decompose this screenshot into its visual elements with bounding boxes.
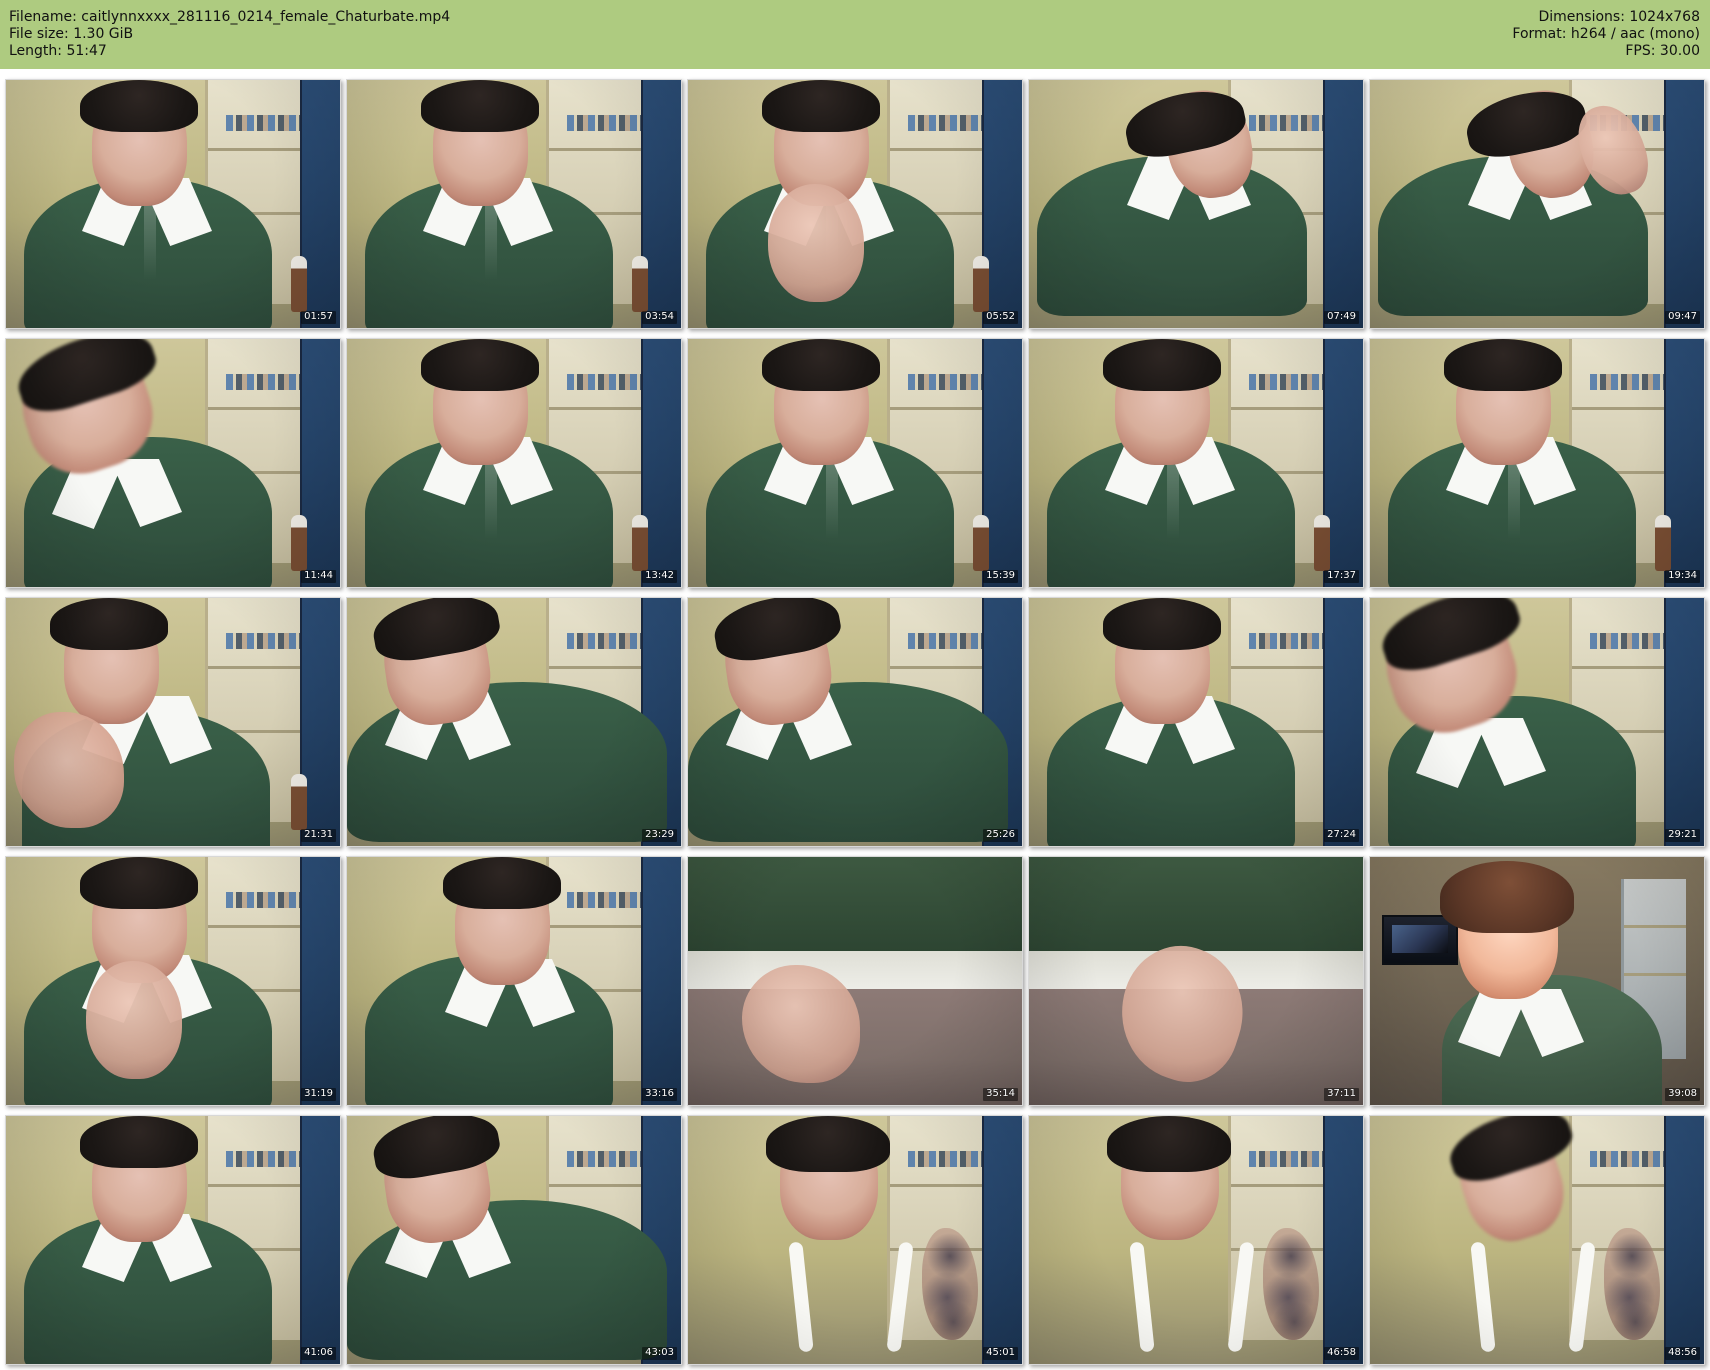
timestamp: 09:47 bbox=[1665, 311, 1700, 324]
vignette bbox=[347, 598, 681, 846]
timestamp: 19:34 bbox=[1665, 570, 1700, 583]
timestamp: 31:19 bbox=[301, 1088, 336, 1101]
timestamp: 17:37 bbox=[1324, 570, 1359, 583]
thumbnail-03: 05:52 bbox=[687, 79, 1023, 329]
thumbnail-11: 21:31 bbox=[5, 597, 341, 847]
thumbnail-24: 46:58 bbox=[1028, 1115, 1364, 1365]
timestamp: 27:24 bbox=[1324, 829, 1359, 842]
vignette bbox=[688, 1116, 1022, 1364]
timestamp: 29:21 bbox=[1665, 829, 1700, 842]
header-right-metadata: Dimensions: 1024x768 Format: h264 / aac … bbox=[1512, 9, 1700, 60]
vignette bbox=[347, 80, 681, 328]
thumbnail-10: 19:34 bbox=[1369, 338, 1705, 588]
header-left-metadata: Filename: caitlynnxxxx_281116_0214_femal… bbox=[9, 9, 450, 60]
vignette bbox=[1029, 857, 1363, 1105]
thumbnail-09: 17:37 bbox=[1028, 338, 1364, 588]
thumbnail-16: 31:19 bbox=[5, 856, 341, 1106]
thumbnail-05: 09:47 bbox=[1369, 79, 1705, 329]
timestamp: 01:57 bbox=[301, 311, 336, 324]
vignette bbox=[1370, 598, 1704, 846]
timestamp: 23:29 bbox=[642, 829, 677, 842]
length-text: Length: 51:47 bbox=[9, 43, 107, 59]
thumbnail-22: 43:03 bbox=[346, 1115, 682, 1365]
thumbnail-08: 15:39 bbox=[687, 338, 1023, 588]
vignette bbox=[688, 80, 1022, 328]
timestamp: 03:54 bbox=[642, 311, 677, 324]
metadata-header: Filename: caitlynnxxxx_281116_0214_femal… bbox=[0, 0, 1710, 69]
thumbnail-19: 37:11 bbox=[1028, 856, 1364, 1106]
vignette bbox=[688, 857, 1022, 1105]
vignette bbox=[347, 339, 681, 587]
vignette bbox=[688, 598, 1022, 846]
thumbnail-18: 35:14 bbox=[687, 856, 1023, 1106]
vignette bbox=[1029, 1116, 1363, 1364]
timestamp: 15:39 bbox=[983, 570, 1018, 583]
timestamp: 41:06 bbox=[301, 1347, 336, 1360]
file-size-text: File size: 1.30 GiB bbox=[9, 26, 134, 42]
thumbnail-01: 01:57 bbox=[5, 79, 341, 329]
timestamp: 39:08 bbox=[1665, 1088, 1700, 1101]
vignette bbox=[1029, 598, 1363, 846]
timestamp: 11:44 bbox=[301, 570, 336, 583]
vignette bbox=[6, 80, 340, 328]
timestamp: 46:58 bbox=[1324, 1347, 1359, 1360]
vignette bbox=[347, 857, 681, 1105]
vignette bbox=[688, 339, 1022, 587]
timestamp: 05:52 bbox=[983, 311, 1018, 324]
vignette bbox=[1370, 857, 1704, 1105]
thumbnail-12: 23:29 bbox=[346, 597, 682, 847]
timestamp: 33:16 bbox=[642, 1088, 677, 1101]
thumbnail-23: 45:01 bbox=[687, 1115, 1023, 1365]
thumbnail-02: 03:54 bbox=[346, 79, 682, 329]
thumbnail-15: 29:21 bbox=[1369, 597, 1705, 847]
vignette bbox=[6, 339, 340, 587]
thumbnail-17: 33:16 bbox=[346, 856, 682, 1106]
timestamp: 07:49 bbox=[1324, 311, 1359, 324]
vignette bbox=[1370, 1116, 1704, 1364]
filename-text: Filename: caitlynnxxxx_281116_0214_femal… bbox=[9, 9, 451, 25]
thumbnail-21: 41:06 bbox=[5, 1115, 341, 1365]
timestamp: 37:11 bbox=[1324, 1088, 1359, 1101]
thumbnail-25: 48:56 bbox=[1369, 1115, 1705, 1365]
vignette bbox=[1370, 80, 1704, 328]
dimensions-text: Dimensions: 1024x768 bbox=[1538, 9, 1700, 25]
vignette bbox=[1029, 339, 1363, 587]
format-text: Format: h264 / aac (mono) bbox=[1512, 26, 1700, 42]
thumbnail-04: 07:49 bbox=[1028, 79, 1364, 329]
thumbnail-20: 39:08 bbox=[1369, 856, 1705, 1106]
vignette bbox=[6, 857, 340, 1105]
vignette bbox=[1029, 80, 1363, 328]
timestamp: 13:42 bbox=[642, 570, 677, 583]
vignette bbox=[6, 1116, 340, 1364]
timestamp: 48:56 bbox=[1665, 1347, 1700, 1360]
timestamp: 43:03 bbox=[642, 1347, 677, 1360]
vignette bbox=[347, 1116, 681, 1364]
thumbnail-13: 25:26 bbox=[687, 597, 1023, 847]
timestamp: 45:01 bbox=[983, 1347, 1018, 1360]
thumbnail-07: 13:42 bbox=[346, 338, 682, 588]
thumbnail-grid: 01:57 03:54 05:52 07:49 09:47 11:44 13:4… bbox=[5, 79, 1707, 1365]
timestamp: 21:31 bbox=[301, 829, 336, 842]
fps-text: FPS: 30.00 bbox=[1625, 43, 1700, 59]
vignette bbox=[6, 598, 340, 846]
thumbnail-14: 27:24 bbox=[1028, 597, 1364, 847]
timestamp: 25:26 bbox=[983, 829, 1018, 842]
timestamp: 35:14 bbox=[983, 1088, 1018, 1101]
thumbnail-06: 11:44 bbox=[5, 338, 341, 588]
vignette bbox=[1370, 339, 1704, 587]
